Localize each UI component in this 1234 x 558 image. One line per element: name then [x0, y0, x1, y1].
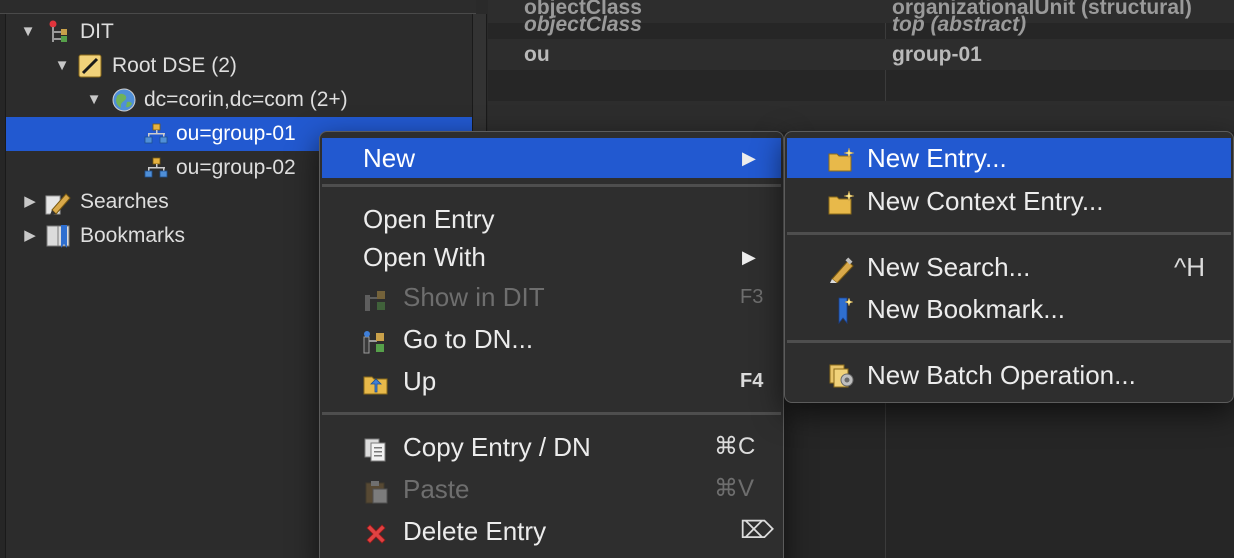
submenu-arrow-icon: ▶	[742, 247, 756, 267]
disclosure-triangle-icon[interactable]: ▶	[22, 219, 38, 253]
menu-item-open-with[interactable]: Open With ▶	[322, 237, 781, 277]
tree-item-label: ou=group-02	[176, 156, 296, 179]
app-window: objectClass organizationalUnit (structur…	[0, 0, 1234, 558]
menu-item-label: Delete Entry	[403, 516, 547, 546]
submenu-item-new-entry[interactable]: New Entry...	[787, 138, 1231, 178]
tree-item-domain[interactable]: ▼ dc=corin,dc=com (2+)	[6, 83, 472, 117]
menu-item-go-to-dn[interactable]: Go to DN...	[322, 319, 781, 359]
menu-item-label: Copy Entry / DN	[403, 432, 591, 462]
menu-item-paste[interactable]: Paste ⌘V	[322, 469, 781, 509]
bookmark-icon	[833, 296, 859, 325]
menu-item-label: Open With	[363, 242, 486, 272]
tree-item-label: Bookmarks	[80, 224, 186, 247]
shortcut-label: F3	[740, 286, 764, 308]
tree-item-label: Searches	[80, 190, 169, 213]
menu-separator	[787, 232, 1231, 235]
table-row	[488, 70, 1234, 101]
submenu-arrow-icon: ▶	[742, 148, 756, 168]
menu-item-label: Open Entry	[363, 204, 495, 234]
menu-item-label: New	[363, 143, 416, 173]
up-folder-icon	[363, 368, 389, 395]
disclosure-triangle-icon[interactable]: ▼	[54, 49, 70, 83]
menu-separator	[322, 184, 781, 187]
search-pen-icon	[44, 190, 71, 215]
menu-item-label: Up	[403, 366, 437, 396]
shortcut-label: ^H	[1174, 252, 1205, 282]
menu-item-copy-entry[interactable]: Copy Entry / DN ⌘C	[322, 427, 781, 467]
dit-icon	[46, 20, 70, 44]
menu-item-label: New Search...	[867, 252, 1031, 282]
tree-item-label: ou=group-01	[176, 122, 296, 145]
new-submenu: New Entry... New Context Entry... New Se…	[784, 131, 1234, 403]
tree-item-label: Root DSE (2)	[112, 54, 237, 77]
menu-separator	[787, 340, 1231, 343]
disclosure-triangle-icon[interactable]: ▼	[20, 15, 36, 49]
bookmark-icon	[46, 224, 70, 248]
attribute-name: ou	[524, 43, 550, 66]
menu-item-open-entry[interactable]: Open Entry	[322, 199, 781, 239]
table-row[interactable]: objectClass top (abstract)	[488, 9, 1234, 40]
tree-item-root-dse[interactable]: ▼ Root DSE (2)	[6, 49, 472, 83]
shortcut-label: ⌘V	[714, 475, 755, 502]
menu-separator	[322, 412, 781, 415]
menu-item-label: Paste	[403, 474, 470, 504]
disclosure-triangle-icon[interactable]: ▶	[22, 185, 38, 219]
org-unit-icon	[144, 122, 168, 146]
batch-operation-icon	[828, 362, 854, 388]
menu-item-label: New Batch Operation...	[867, 360, 1136, 390]
dit-icon	[363, 284, 389, 311]
globe-icon	[112, 88, 136, 112]
shortcut-label: ⌘C	[714, 433, 756, 460]
menu-item-label: New Entry...	[867, 143, 1007, 173]
disclosure-triangle-icon[interactable]: ▼	[86, 83, 102, 117]
clipboard-icon	[363, 476, 389, 504]
table-row	[488, 101, 1234, 132]
shortcut-label: F4	[740, 370, 764, 392]
go-to-dn-icon	[363, 326, 389, 354]
menu-item-delete-entry[interactable]: Delete Entry ⌦	[322, 511, 781, 551]
attribute-value: top (abstract)	[892, 13, 1027, 36]
submenu-item-new-context-entry[interactable]: New Context Entry...	[787, 181, 1231, 221]
menu-item-label: Show in DIT	[403, 282, 545, 312]
tree-header	[0, 0, 476, 14]
org-unit-icon	[144, 156, 168, 180]
menu-item-label: New Bookmark...	[867, 294, 1065, 324]
menu-item-label: Go to DN...	[403, 324, 534, 354]
menu-item-new[interactable]: New ▶	[322, 138, 781, 178]
context-menu: New ▶ Open Entry Open With ▶ Show in DIT…	[319, 131, 784, 558]
attribute-value: group-01	[892, 43, 982, 66]
menu-item-up[interactable]: Up F4	[322, 361, 781, 401]
attribute-name: objectClass	[524, 13, 642, 36]
tree-item-label: dc=corin,dc=com (2+)	[144, 88, 348, 111]
table-row[interactable]: ou group-01	[488, 39, 1234, 70]
new-folder-icon	[828, 145, 855, 172]
menu-item-show-in-dit[interactable]: Show in DIT F3	[322, 277, 781, 317]
submenu-item-new-batch-operation[interactable]: New Batch Operation...	[787, 355, 1231, 395]
delete-x-icon	[363, 518, 389, 544]
tree-item-dit[interactable]: ▼ DIT	[6, 15, 472, 49]
tree-item-label: DIT	[80, 20, 114, 43]
menu-item-label: New Context Entry...	[867, 186, 1104, 216]
shortcut-label: ⌦	[740, 517, 774, 544]
search-pen-icon	[828, 254, 854, 284]
submenu-item-new-bookmark[interactable]: New Bookmark...	[787, 289, 1231, 329]
copy-icon	[363, 434, 389, 462]
submenu-item-new-search[interactable]: New Search... ^H	[787, 247, 1231, 287]
new-folder-icon	[828, 188, 855, 215]
root-dse-icon	[78, 54, 102, 78]
